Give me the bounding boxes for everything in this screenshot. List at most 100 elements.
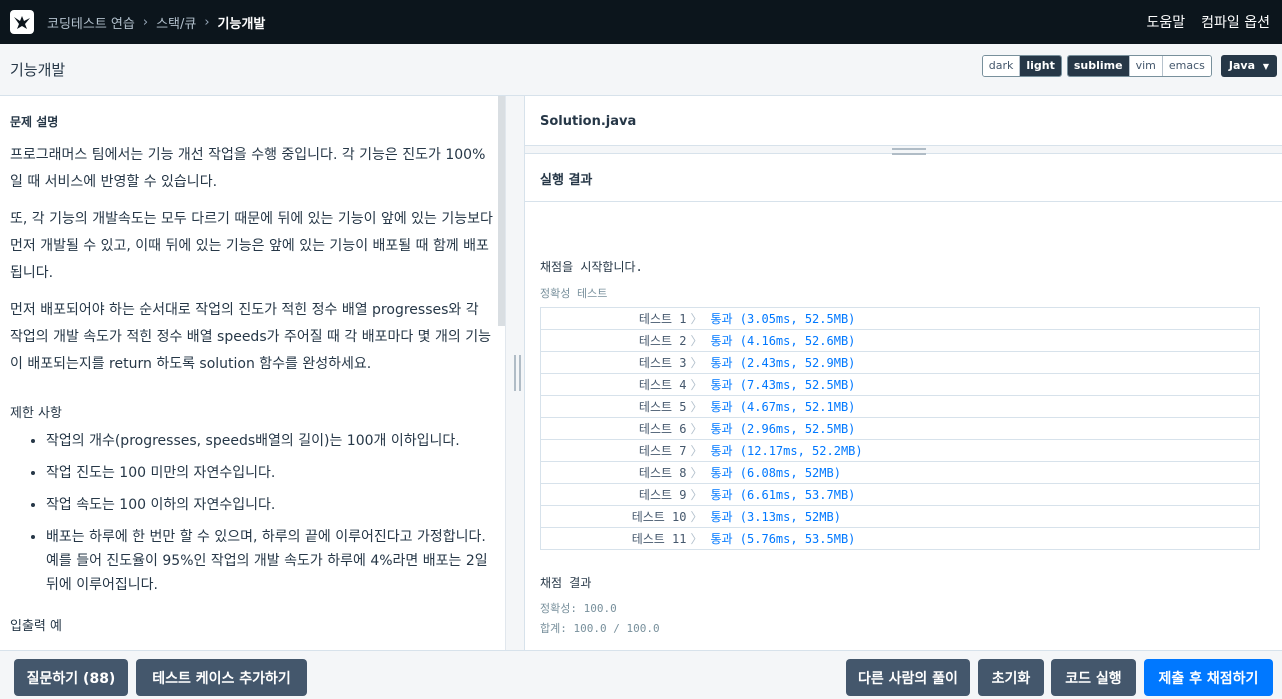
test-name: 테스트 11 (540, 527, 691, 550)
table-row: 테스트 5 〉 통과 (4.67ms, 52.1MB) (540, 395, 1260, 418)
chevron-right-icon: › (142, 14, 149, 30)
problem-header-bar: 기능개발 dark light sublime vim emacs Java ▼ (0, 44, 1282, 96)
test-result: 통과 (2.96ms, 52.5MB) (708, 417, 1260, 440)
test-name: 테스트 7 (540, 439, 691, 462)
chevron-right-icon: › (204, 14, 210, 30)
language-label: Java (1228, 59, 1255, 72)
table-row: 테스트 8 〉 통과 (6.08ms, 52MB) (540, 461, 1260, 484)
table-row: 테스트 10 〉 통과 (3.13ms, 52MB) (540, 505, 1260, 528)
result-title: 실행 결과 (525, 154, 1282, 202)
accuracy-score: 정확성: 100.0 (540, 602, 617, 615)
test-name: 테스트 8 (540, 461, 691, 484)
list-item: 작업 속도는 100 이하의 자연수입니다. (46, 493, 495, 517)
chevron-right-icon: 〉 (690, 373, 709, 396)
pane-splitter[interactable] (505, 96, 525, 650)
result-console: 채점을 시작합니다. 정확성 테스트 테스트 1 〉 통과 (3.05ms, 52.… (525, 258, 1282, 639)
top-navigation: 코딩테스트 연습 › 스택/큐 › 기능개발 도움말 컴파일 옵션 (0, 0, 1282, 44)
table-row: 테스트 1 〉 통과 (3.05ms, 52.5MB) (540, 307, 1260, 330)
test-result: 통과 (3.13ms, 52MB) (708, 505, 1260, 528)
table-row: 테스트 6 〉 통과 (2.96ms, 52.5MB) (540, 417, 1260, 440)
test-result: 통과 (4.67ms, 52.1MB) (708, 395, 1260, 418)
theme-light-option[interactable]: light (1020, 56, 1061, 76)
score-title: 채점 결과 (540, 576, 592, 590)
section-title: 문제 설명 (10, 115, 59, 129)
chevron-right-icon: 〉 (690, 395, 709, 418)
chevron-right-icon: 〉 (690, 439, 709, 462)
test-result: 통과 (5.76ms, 53.5MB) (708, 527, 1260, 550)
description-paragraph: 먼저 배포되어야 하는 순서대로 작업의 진도가 적힌 정수 배열 progre… (10, 302, 491, 372)
chevron-right-icon: 〉 (690, 483, 709, 506)
vertical-splitter[interactable] (525, 146, 1282, 155)
accuracy-test-header: 정확성 테스트 (540, 287, 608, 300)
help-link[interactable]: 도움말 (1147, 12, 1186, 32)
table-row: 테스트 3 〉 통과 (2.43ms, 52.9MB) (540, 351, 1260, 374)
chevron-right-icon: 〉 (690, 527, 709, 550)
theme-toggle: dark light (981, 55, 1062, 77)
test-name: 테스트 5 (540, 395, 691, 418)
test-name: 테스트 2 (540, 329, 691, 352)
problem-description-pane[interactable]: 문제 설명 프로그래머스 팀에서는 기능 개선 작업을 수행 중입니다. 각 기… (0, 96, 505, 650)
table-row: 테스트 7 〉 통과 (12.17ms, 52.2MB) (540, 439, 1260, 462)
add-testcase-button[interactable]: 테스트 케이스 추가하기 (136, 659, 307, 696)
others-solution-button[interactable]: 다른 사람의 풀이 (846, 659, 970, 696)
table-row: 테스트 4 〉 통과 (7.43ms, 52.5MB) (540, 373, 1260, 396)
table-row: 테스트 9 〉 통과 (6.61ms, 53.7MB) (540, 483, 1260, 506)
test-result: 통과 (6.61ms, 53.7MB) (708, 483, 1260, 506)
keymap-emacs-option[interactable]: emacs (1162, 56, 1211, 76)
splitter-grip-icon[interactable] (514, 355, 521, 391)
test-result: 통과 (3.05ms, 52.5MB) (708, 307, 1260, 330)
test-result: 통과 (12.17ms, 52.2MB) (708, 439, 1260, 462)
test-name: 테스트 9 (540, 483, 691, 506)
description-scrollbar[interactable] (498, 96, 505, 326)
problem-title: 기능개발 (10, 61, 66, 79)
test-name: 테스트 3 (540, 351, 691, 374)
breadcrumb-item[interactable]: 스택/큐 (156, 13, 196, 32)
test-result: 통과 (2.43ms, 52.9MB) (708, 351, 1260, 374)
test-name: 테스트 1 (540, 307, 691, 330)
question-button[interactable]: 질문하기 (88) (14, 659, 128, 696)
test-name: 테스트 4 (540, 373, 691, 396)
table-row: 테스트 2 〉 통과 (4.16ms, 52.6MB) (540, 329, 1260, 352)
keymap-sublime-option[interactable]: sublime (1067, 56, 1130, 76)
submit-button[interactable]: 제출 후 채점하기 (1144, 659, 1273, 696)
keymap-vim-option[interactable]: vim (1129, 56, 1163, 76)
compile-options-link[interactable]: 컴파일 옵션 (1201, 12, 1270, 32)
language-select[interactable]: Java ▼ (1220, 55, 1277, 77)
grading-start-message: 채점을 시작합니다. (540, 260, 643, 274)
chevron-right-icon: 〉 (690, 417, 709, 440)
description-paragraph: 또, 각 기능의 개발속도는 모두 다르기 때문에 뒤에 있는 기능이 앞에 있… (10, 211, 493, 281)
test-name: 테스트 10 (540, 505, 691, 528)
test-results-table: 테스트 1 〉 통과 (3.05ms, 52.5MB) 테스트 2 〉 통과 (4.16m… (540, 307, 1260, 550)
chevron-right-icon: 〉 (690, 351, 709, 374)
test-result: 통과 (7.43ms, 52.5MB) (708, 373, 1260, 396)
description-paragraph: 프로그래머스 팀에서는 기능 개선 작업을 수행 중입니다. 각 기능은 진도가… (10, 147, 486, 190)
chevron-right-icon: 〉 (690, 505, 709, 528)
keymap-toggle: sublime vim emacs (1066, 55, 1212, 77)
chevron-right-icon: 〉 (690, 461, 709, 484)
chevron-right-icon: 〉 (690, 307, 709, 330)
file-tab[interactable]: Solution.java (525, 96, 1282, 146)
reset-button[interactable]: 초기화 (978, 659, 1044, 696)
splitter-grip-icon[interactable] (892, 148, 926, 155)
breadcrumb: 코딩테스트 연습 › 스택/큐 › 기능개발 (47, 13, 265, 32)
breadcrumb-item[interactable]: 코딩테스트 연습 (47, 13, 135, 32)
list-item: 작업 진도는 100 미만의 자연수입니다. (46, 461, 495, 485)
total-score: 합계: 100.0 / 100.0 (540, 622, 660, 635)
chevron-right-icon: 〉 (690, 329, 709, 352)
test-name: 테스트 6 (540, 417, 691, 440)
theme-dark-option[interactable]: dark (982, 56, 1021, 76)
editor-result-pane: Solution.java 실행 결과 채점을 시작합니다. 정확성 테스트 테… (525, 96, 1282, 650)
programmers-logo-icon[interactable] (10, 10, 34, 34)
table-row: 테스트 11 〉 통과 (5.76ms, 53.5MB) (540, 527, 1260, 550)
constraints-title: 제한 사항 (10, 406, 62, 421)
list-item: 배포는 하루에 한 번만 할 수 있으며, 하루의 끝에 이루어진다고 가정합니… (46, 525, 495, 597)
caret-down-icon: ▼ (1262, 62, 1269, 71)
list-item: 작업의 개수(progresses, speeds배열의 길이)는 100개 이… (46, 429, 495, 453)
breadcrumb-current: 기능개발 (217, 16, 266, 32)
action-bar: 질문하기 (88) 테스트 케이스 추가하기 다른 사람의 풀이 초기화 코드 … (0, 650, 1282, 699)
constraints-list: 작업의 개수(progresses, speeds배열의 길이)는 100개 이… (10, 429, 495, 597)
score-summary: 정확성: 100.0 합계: 100.0 / 100.0 (540, 599, 1267, 639)
run-code-button[interactable]: 코드 실행 (1051, 659, 1136, 696)
io-example-title: 입출력 예 (10, 619, 62, 634)
test-result: 통과 (4.16ms, 52.6MB) (708, 329, 1260, 352)
